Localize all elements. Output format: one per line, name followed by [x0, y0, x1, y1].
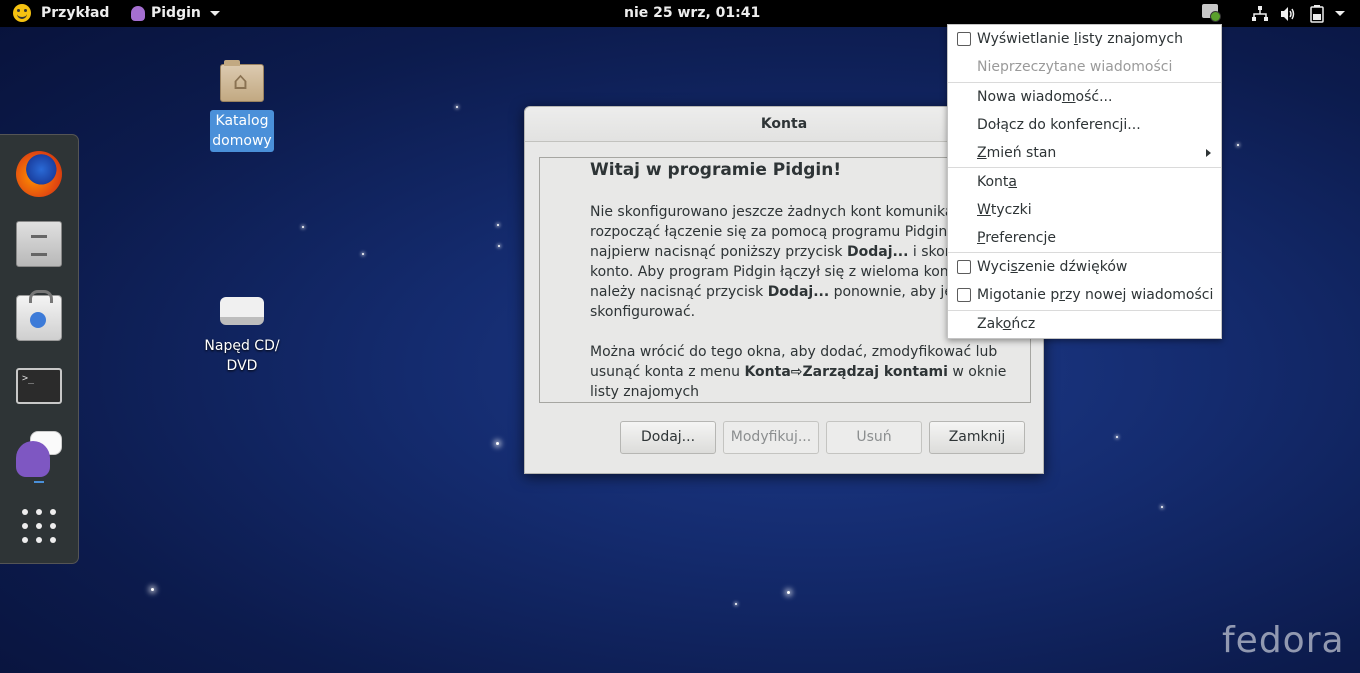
clock[interactable]: nie 25 wrz, 01:41 — [624, 0, 760, 27]
system-menu-arrow-icon[interactable] — [1335, 11, 1345, 16]
star — [362, 253, 364, 255]
star — [787, 591, 790, 594]
welcome-heading: Witaj w programie Pidgin! — [590, 160, 842, 180]
home-folder-icon[interactable] — [220, 60, 264, 102]
checkbox-icon[interactable] — [957, 32, 971, 46]
dash-dock — [0, 134, 79, 564]
star — [735, 603, 737, 605]
menu-item-blink[interactable]: Migotanie przy nowej wiadomości — [948, 281, 1221, 309]
cd-label-line1: Napęd CD/ — [204, 338, 280, 354]
delete-button[interactable]: Usuń — [826, 421, 922, 454]
chevron-down-icon — [209, 10, 220, 16]
top-bar: Przykład Pidgin nie 25 wrz, 01:41 — [0, 0, 1360, 27]
star — [456, 106, 458, 108]
battery-icon[interactable] — [1310, 5, 1324, 23]
files-icon[interactable] — [16, 221, 62, 267]
menu-item-mute-sounds[interactable]: Wyciszenie dźwięków — [948, 253, 1221, 281]
menu-item-new-message[interactable]: Nowa wiadomość... — [948, 83, 1221, 111]
terminal-icon[interactable] — [16, 368, 62, 404]
menu-item-join-chat[interactable]: Dołącz do konferencji... — [948, 111, 1221, 139]
app-menu-button[interactable]: Pidgin — [151, 0, 220, 27]
menu-item-preferences[interactable]: Preferencje — [948, 224, 1221, 252]
menu-item-change-status[interactable]: Zmień stan — [948, 139, 1221, 167]
close-button[interactable]: Zamknij — [929, 421, 1025, 454]
star — [498, 245, 500, 247]
home-label-line1: Katalog — [215, 113, 269, 129]
menu-item-plugins[interactable]: Wtyczki — [948, 196, 1221, 224]
star — [496, 442, 499, 445]
pidgin-app-icon — [131, 6, 145, 21]
home-folder-label[interactable]: Katalog domowy — [210, 110, 274, 152]
menu-item-show-buddy-list[interactable]: Wyświetlanie listy znajomych — [948, 25, 1221, 53]
menu-item-accounts[interactable]: Konta — [948, 168, 1221, 196]
app-name[interactable]: Przykład — [41, 0, 109, 27]
star — [1161, 506, 1163, 508]
volume-icon[interactable] — [1280, 6, 1296, 22]
checkbox-icon[interactable] — [957, 288, 971, 302]
modify-button[interactable]: Modyfikuj... — [723, 421, 819, 454]
star — [302, 226, 304, 228]
cd-drive-label[interactable]: Napęd CD/ DVD — [202, 336, 282, 376]
pidgin-tray-icon[interactable] — [1202, 4, 1221, 22]
star — [1237, 144, 1239, 146]
fedora-watermark: fedora — [1222, 620, 1345, 661]
cd-label-line2: DVD — [226, 358, 258, 374]
cd-drive-icon[interactable] — [220, 297, 264, 327]
welcome-paragraph-2: Można wrócić do tego okna, aby dodać, zm… — [590, 344, 1007, 400]
home-label-line2: domowy — [212, 133, 272, 149]
app-grid-icon[interactable] — [22, 509, 56, 543]
submenu-arrow-icon — [1206, 149, 1211, 157]
star — [151, 588, 154, 591]
checkbox-icon[interactable] — [957, 260, 971, 274]
software-icon[interactable] — [16, 290, 62, 341]
smiley-icon[interactable] — [13, 4, 31, 22]
menu-item-unread-messages: Nieprzeczytane wiadomości — [977, 59, 1173, 75]
add-button[interactable]: Dodaj... — [620, 421, 716, 454]
menu-item-quit[interactable]: Zakończ — [948, 310, 1221, 338]
star — [1116, 436, 1118, 438]
running-indicator — [34, 481, 44, 483]
firefox-icon[interactable] — [16, 151, 62, 197]
app-menu-label: Pidgin — [151, 5, 201, 21]
pidgin-tray-menu: Wyświetlanie listy znajomych Nieprzeczyt… — [947, 24, 1222, 339]
network-icon[interactable] — [1252, 6, 1268, 22]
star — [497, 224, 499, 226]
pidgin-icon[interactable] — [16, 431, 62, 477]
